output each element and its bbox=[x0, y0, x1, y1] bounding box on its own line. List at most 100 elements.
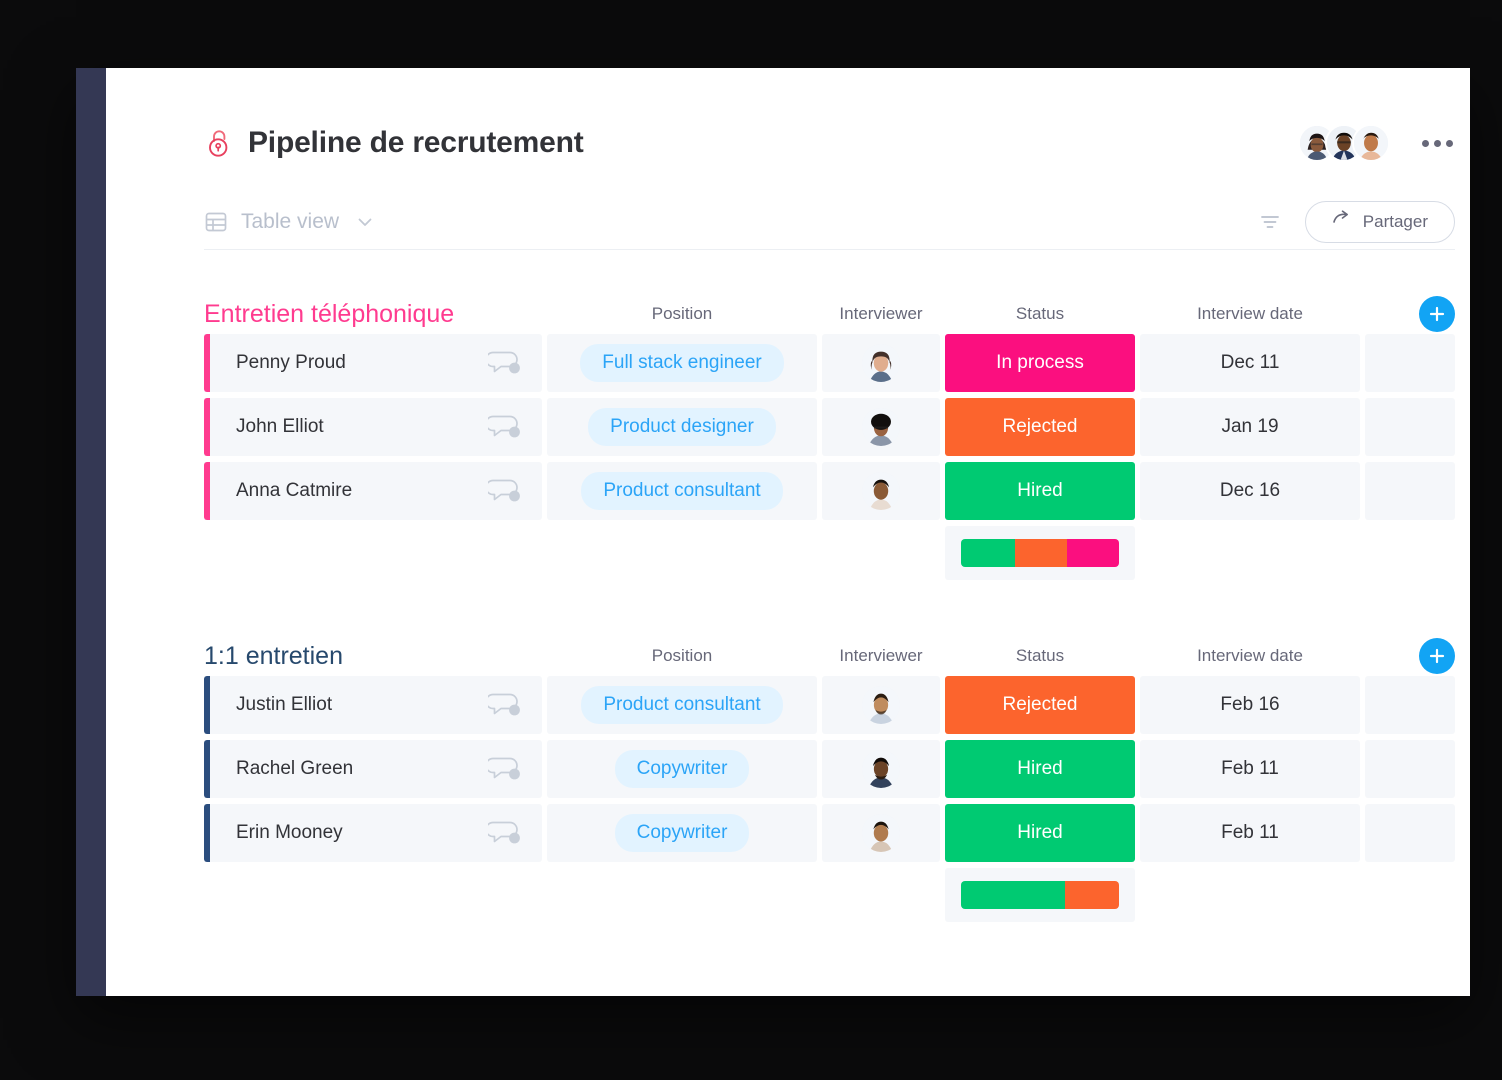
row-interviewer-cell[interactable] bbox=[822, 462, 940, 520]
table-icon bbox=[204, 210, 228, 234]
column-header-status[interactable]: Status bbox=[945, 646, 1135, 666]
add-item-button[interactable] bbox=[1419, 296, 1455, 332]
row-status-cell[interactable]: Hired bbox=[945, 804, 1135, 862]
row-position-cell[interactable]: Product consultant bbox=[547, 676, 817, 734]
row-status-cell[interactable]: Rejected bbox=[945, 676, 1135, 734]
group-title[interactable]: Entretien téléphonique bbox=[204, 300, 542, 329]
column-header-date[interactable]: Interview date bbox=[1140, 646, 1360, 666]
chat-bubble-icon[interactable] bbox=[485, 478, 522, 504]
position-tag: Product consultant bbox=[581, 472, 783, 510]
row-extra-cell[interactable] bbox=[1365, 398, 1455, 456]
candidate-name: Justin Elliot bbox=[236, 694, 333, 715]
board-groups: Entretien téléphonique Position Interviewe… bbox=[204, 294, 1455, 922]
row-interviewer-cell[interactable] bbox=[822, 334, 940, 392]
row-status-cell[interactable]: Hired bbox=[945, 462, 1135, 520]
filter-icon[interactable] bbox=[1259, 211, 1281, 233]
group-title[interactable]: 1:1 entretien bbox=[204, 642, 542, 671]
candidate-name: John Elliot bbox=[236, 416, 324, 437]
row-date-cell[interactable]: Jan 19 bbox=[1140, 398, 1360, 456]
interviewer-avatar bbox=[862, 408, 900, 446]
column-header-date[interactable]: Interview date bbox=[1140, 304, 1360, 324]
row-extra-cell[interactable] bbox=[1365, 334, 1455, 392]
column-header-status[interactable]: Status bbox=[945, 304, 1135, 324]
row-interviewer-cell[interactable] bbox=[822, 804, 940, 862]
status-summary-segment-rejected bbox=[1014, 539, 1067, 567]
row-status-cell[interactable]: Hired bbox=[945, 740, 1135, 798]
row-name-cell[interactable]: Rachel Green bbox=[204, 740, 542, 798]
row-name-cell[interactable]: Erin Mooney bbox=[204, 804, 542, 862]
candidate-name: Rachel Green bbox=[236, 758, 354, 779]
interviewer-avatar bbox=[862, 814, 900, 852]
position-tag: Product consultant bbox=[581, 686, 783, 724]
status-distribution bbox=[961, 881, 1119, 909]
interview-date: Feb 16 bbox=[1220, 694, 1280, 715]
left-nav-rail bbox=[76, 68, 106, 996]
column-header-position[interactable]: Position bbox=[547, 646, 817, 666]
row-date-cell[interactable]: Dec 11 bbox=[1140, 334, 1360, 392]
row-position-cell[interactable]: Product designer bbox=[547, 398, 817, 456]
status-summary-bar[interactable] bbox=[945, 526, 1135, 580]
status-distribution bbox=[961, 539, 1119, 567]
position-tag: Full stack engineer bbox=[580, 344, 784, 382]
row-status-cell[interactable]: In process bbox=[945, 334, 1135, 392]
status-summary-bar[interactable] bbox=[945, 868, 1135, 922]
interviewer-avatar bbox=[862, 686, 900, 724]
column-header-interviewer[interactable]: Interviewer bbox=[822, 304, 940, 324]
chat-bubble-icon[interactable] bbox=[485, 692, 522, 718]
page-title: Pipeline de recrutement bbox=[248, 126, 584, 159]
row-name-cell[interactable]: Penny Proud bbox=[204, 334, 542, 392]
interview-date: Dec 11 bbox=[1220, 352, 1280, 373]
row-extra-cell[interactable] bbox=[1365, 804, 1455, 862]
chat-bubble-icon[interactable] bbox=[485, 414, 522, 440]
row-name-cell[interactable]: Anna Catmire bbox=[204, 462, 542, 520]
board-header: Pipeline de recrutement bbox=[204, 120, 1455, 166]
candidate-name: Anna Catmire bbox=[236, 480, 353, 501]
chevron-down-icon[interactable] bbox=[356, 213, 374, 231]
status-summary-segment-hired bbox=[961, 881, 1066, 909]
status-summary-segment-hired bbox=[961, 539, 1015, 567]
collaborator-avatars[interactable] bbox=[1298, 124, 1390, 162]
collaborator-avatar-3[interactable] bbox=[1352, 124, 1390, 162]
row-status-cell[interactable]: Rejected bbox=[945, 398, 1135, 456]
row-position-cell[interactable]: Product consultant bbox=[547, 462, 817, 520]
row-interviewer-cell[interactable] bbox=[822, 398, 940, 456]
share-button[interactable]: Partager bbox=[1304, 200, 1455, 243]
board-group: Entretien téléphonique Position Interviewe… bbox=[204, 294, 1455, 580]
board-group: 1:1 entretien Position Interviewer Status In… bbox=[204, 636, 1455, 922]
row-date-cell[interactable]: Feb 11 bbox=[1140, 804, 1360, 862]
row-date-cell[interactable]: Feb 16 bbox=[1140, 676, 1360, 734]
row-name-cell[interactable]: John Elliot bbox=[204, 398, 542, 456]
more-options-icon[interactable] bbox=[1420, 132, 1455, 155]
app-window: Pipeline de recrutement Table view Parta… bbox=[76, 68, 1470, 996]
row-date-cell[interactable]: Dec 16 bbox=[1140, 462, 1360, 520]
column-header-interviewer[interactable]: Interviewer bbox=[822, 646, 940, 666]
row-position-cell[interactable]: Copywriter bbox=[547, 804, 817, 862]
add-item-button[interactable] bbox=[1419, 638, 1455, 674]
row-name-cell[interactable]: Justin Elliot bbox=[204, 676, 542, 734]
row-position-cell[interactable]: Copywriter bbox=[547, 740, 817, 798]
status-summary-segment-in-process bbox=[1066, 539, 1119, 567]
group-header: Entretien téléphonique Position Interviewe… bbox=[204, 294, 1455, 334]
row-extra-cell[interactable] bbox=[1365, 740, 1455, 798]
column-header-position[interactable]: Position bbox=[547, 304, 817, 324]
status-badge: Hired bbox=[1017, 480, 1063, 501]
row-position-cell[interactable]: Full stack engineer bbox=[547, 334, 817, 392]
table-view-label: Table view bbox=[241, 209, 340, 233]
row-interviewer-cell[interactable] bbox=[822, 740, 940, 798]
interviewer-avatar bbox=[862, 472, 900, 510]
interview-date: Jan 19 bbox=[1221, 416, 1279, 437]
status-badge: Hired bbox=[1017, 822, 1063, 843]
position-tag: Product designer bbox=[588, 408, 776, 446]
dot-3 bbox=[1446, 139, 1453, 147]
table-view-selector[interactable]: Table view bbox=[204, 210, 374, 234]
row-extra-cell[interactable] bbox=[1365, 462, 1455, 520]
board-sheet: Pipeline de recrutement Table view Parta… bbox=[106, 68, 1470, 996]
interviewer-avatar bbox=[862, 344, 900, 382]
chat-bubble-icon[interactable] bbox=[485, 350, 522, 376]
chat-bubble-icon[interactable] bbox=[485, 756, 522, 782]
row-extra-cell[interactable] bbox=[1365, 676, 1455, 734]
row-interviewer-cell[interactable] bbox=[822, 676, 940, 734]
row-date-cell[interactable]: Feb 11 bbox=[1140, 740, 1360, 798]
candidate-name: Penny Proud bbox=[236, 352, 346, 373]
chat-bubble-icon[interactable] bbox=[485, 820, 522, 846]
